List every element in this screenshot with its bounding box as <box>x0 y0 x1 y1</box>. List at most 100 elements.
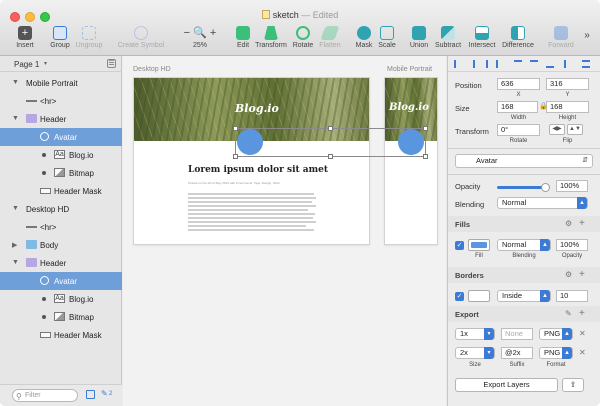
zoom-in-button[interactable]: + <box>210 27 216 39</box>
export-suffix-field[interactable]: @2x <box>501 347 533 359</box>
export-format-select[interactable]: PNG ▲ <box>539 347 573 359</box>
artboard-desktop-hd[interactable]: Blog.io Lorem ipsum dolor sit amet Poste… <box>133 77 370 245</box>
border-position-select[interactable]: Inside ▲ <box>497 290 551 302</box>
filter-input[interactable]: ⚲ Filter <box>12 389 78 402</box>
export-format-select[interactable]: PNG ▲ <box>539 328 573 340</box>
artboard-label-mobile[interactable]: Mobile Portrait <box>387 66 432 73</box>
layer-blog-io[interactable]: Aa Blog.io <box>0 146 122 164</box>
flip-horizontal-button[interactable]: ◀▶ <box>549 124 565 135</box>
layer-header-mask[interactable]: Header Mask <box>0 182 122 200</box>
y-field[interactable]: 316 <box>546 78 589 90</box>
tidy-icon[interactable] <box>582 60 590 68</box>
artboard-mobile-portrait[interactable]: Blog.io <box>384 77 438 245</box>
flip-vertical-button[interactable]: ▲▼ <box>567 124 583 135</box>
add-border-button[interactable]: + <box>579 269 585 280</box>
align-left-icon[interactable] <box>454 60 462 68</box>
layer-header-mask[interactable]: Header Mask <box>0 326 122 344</box>
align-right-icon[interactable] <box>480 60 488 68</box>
blending-select[interactable]: Normal ▲ <box>497 197 588 209</box>
align-center-icon[interactable] <box>467 60 475 68</box>
border-enabled-checkbox[interactable]: ✓ <box>455 292 464 301</box>
resize-handle[interactable] <box>423 126 428 131</box>
create-symbol-button[interactable]: Create Symbol <box>116 26 166 49</box>
layer-mobile-portrait[interactable]: ▼ Mobile Portrait <box>0 74 122 92</box>
subtract-button[interactable]: Subtract <box>433 26 463 49</box>
distribute-horizontal-icon[interactable] <box>496 60 504 68</box>
distribute-vertical-icon[interactable] <box>564 60 572 68</box>
add-fill-button[interactable]: + <box>579 218 585 229</box>
insert-button[interactable]: + Insert <box>12 26 38 49</box>
height-field[interactable]: 168 <box>546 101 589 113</box>
resize-handle[interactable] <box>233 126 238 131</box>
opacity-slider-track[interactable] <box>497 186 545 189</box>
fill-opacity-field[interactable]: 100% <box>556 239 588 251</box>
align-top-icon[interactable] <box>514 60 522 68</box>
group-button[interactable]: Group <box>48 26 72 49</box>
layer-header[interactable]: ▼ Header <box>0 110 122 128</box>
fill-color-swatch[interactable] <box>468 239 490 251</box>
layer-avatar[interactable]: Avatar <box>0 128 122 146</box>
transform-button[interactable]: Transform <box>255 26 287 49</box>
scale-button[interactable]: Scale <box>377 26 397 49</box>
align-bottom-icon[interactable] <box>546 60 554 68</box>
border-width-field[interactable]: 10 <box>556 290 588 302</box>
layer-hr[interactable]: <hr> <box>0 92 122 110</box>
share-button[interactable]: ⇧ <box>562 378 584 392</box>
layer-header[interactable]: ▼ Header <box>0 254 122 272</box>
layer-body[interactable]: ▶ Body <box>0 236 122 254</box>
opacity-slider-knob[interactable] <box>541 183 550 192</box>
page-list-toggle[interactable]: ☰ <box>107 59 116 68</box>
export-size-label: Size <box>469 362 481 368</box>
rotate-button[interactable]: Rotate <box>291 26 315 49</box>
edit-button[interactable]: Edit <box>234 26 252 49</box>
slice-knife-icon[interactable]: ✎ <box>565 309 572 318</box>
layer-bitmap[interactable]: Bitmap <box>0 308 122 326</box>
fill-enabled-checkbox[interactable]: ✓ <box>455 241 464 250</box>
resize-handle[interactable] <box>328 154 333 159</box>
copy-icon[interactable] <box>86 390 95 399</box>
export-scale-select[interactable]: 1x ▾ <box>455 328 495 340</box>
forward-label: Forward <box>548 42 574 49</box>
shared-style-select[interactable]: Avatar ⇵ <box>455 154 593 168</box>
layer-hr[interactable]: <hr> <box>0 218 122 236</box>
more-tools-button[interactable]: » <box>580 30 594 41</box>
border-color-swatch[interactable] <box>468 290 490 302</box>
fill-blending-select[interactable]: Normal ▲ <box>497 239 551 251</box>
avatar-oval-mobile[interactable] <box>398 129 424 155</box>
layer-avatar[interactable]: Avatar <box>0 272 122 290</box>
remove-export-button[interactable]: ✕ <box>579 329 586 338</box>
remove-export-button[interactable]: ✕ <box>579 348 586 357</box>
export-suffix-field[interactable]: None <box>501 328 533 340</box>
export-format-value: PNG <box>544 348 561 357</box>
export-layers-button[interactable]: Export Layers <box>455 378 558 392</box>
layer-desktop-hd[interactable]: ▼ Desktop HD <box>0 200 122 218</box>
width-field[interactable]: 168 <box>497 101 538 113</box>
mask-button[interactable]: Mask <box>354 26 374 49</box>
x-field[interactable]: 636 <box>497 78 540 90</box>
gear-icon[interactable]: ⚙ <box>565 270 572 279</box>
canvas[interactable]: Desktop HD Mobile Portrait Blog.io Lorem… <box>123 56 446 406</box>
resize-handle[interactable] <box>328 126 333 131</box>
artboard-label-desktop[interactable]: Desktop HD <box>133 66 171 73</box>
opacity-field[interactable]: 100% <box>556 180 588 192</box>
intersect-button[interactable]: Intersect <box>466 26 498 49</box>
x-label: X <box>516 92 521 98</box>
union-button[interactable]: Union <box>408 26 430 49</box>
layer-bitmap[interactable]: Bitmap <box>0 164 122 182</box>
flatten-button[interactable]: Flatten <box>318 26 342 49</box>
resize-handle[interactable] <box>423 154 428 159</box>
gear-icon[interactable]: ⚙ <box>565 219 572 228</box>
avatar-oval-desktop[interactable] <box>237 129 263 155</box>
rotate-field[interactable]: 0° <box>497 124 540 136</box>
zoom-out-button[interactable]: − <box>184 27 190 39</box>
forward-button[interactable]: Forward <box>546 26 576 49</box>
align-middle-icon[interactable] <box>530 60 538 68</box>
difference-button[interactable]: Difference <box>500 26 536 49</box>
layer-blog-io[interactable]: Aa Blog.io <box>0 290 122 308</box>
export-scale-select[interactable]: 2x ▾ <box>455 347 495 359</box>
ungroup-button[interactable]: Ungroup <box>74 26 104 49</box>
page-selector[interactable]: Page 1 ▾ ☰ <box>0 56 122 72</box>
resize-handle[interactable] <box>233 154 238 159</box>
add-export-button[interactable]: + <box>579 308 585 319</box>
edit-pencil-icon[interactable]: ✎ <box>101 389 108 398</box>
